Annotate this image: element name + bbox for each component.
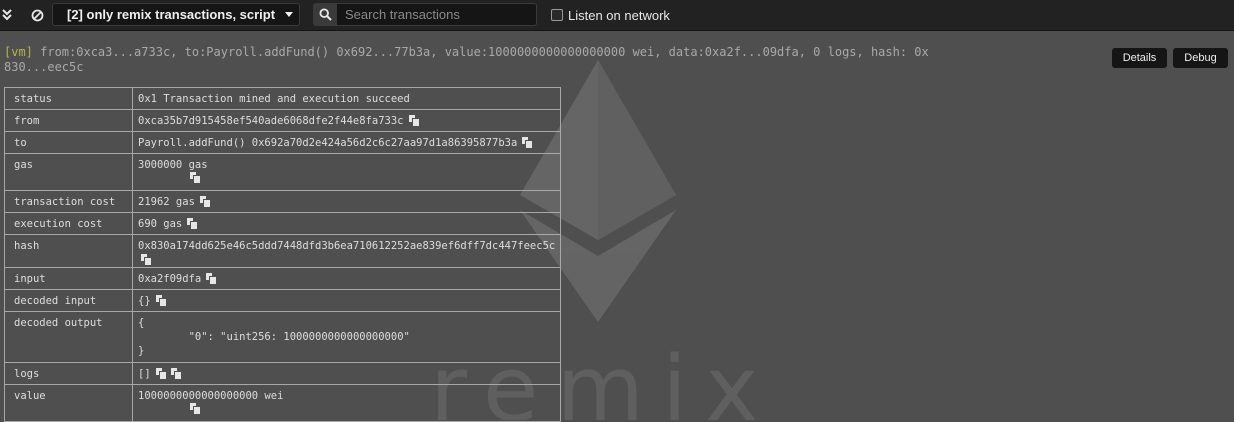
- copy-icon[interactable]: [155, 295, 167, 307]
- table-row: status 0x1 Transaction mined and executi…: [4, 87, 562, 110]
- search-transactions-input[interactable]: [337, 3, 537, 26]
- double-chevron-down-icon[interactable]: [0, 0, 18, 30]
- row-value-transaction-cost: 21962 gas: [131, 190, 562, 213]
- row-value-from: 0xca35b7d915458ef540ade6068dfe2f44e8fa73…: [131, 109, 562, 132]
- table-row: logs []: [4, 362, 562, 385]
- copy-icon[interactable]: [187, 218, 199, 230]
- listen-checkbox[interactable]: [551, 9, 563, 21]
- row-key-execution-cost: execution cost: [4, 212, 133, 235]
- row-value-status: 0x1 Transaction mined and execution succ…: [131, 87, 562, 110]
- row-key-to: to: [4, 131, 133, 154]
- row-value-decoded-input: {}: [131, 289, 562, 312]
- row-key-from: from: [4, 109, 133, 132]
- logs-value: []: [138, 368, 151, 380]
- listen-label: Listen on network: [568, 7, 670, 23]
- value-value: 1000000000000000000 wei: [138, 390, 284, 402]
- copy-icon[interactable]: [206, 273, 218, 285]
- transaction-cost-value: 21962 gas: [138, 196, 195, 208]
- row-value-gas: 3000000 gas: [131, 153, 562, 191]
- table-row: hash 0x830a174dd625e46c5ddd7448dfd3b6ea7…: [4, 234, 562, 268]
- decoded-input-value: {}: [138, 295, 151, 307]
- table-row: execution cost 690 gas: [4, 212, 562, 235]
- search-icon[interactable]: [313, 3, 337, 26]
- table-row: gas 3000000 gas: [4, 153, 562, 191]
- transaction-details-table: status 0x1 Transaction mined and executi…: [4, 87, 562, 422]
- row-key-input: input: [4, 267, 133, 290]
- row-value-to: Payroll.addFund() 0x692a70d2e424a56d2c6c…: [131, 131, 562, 154]
- table-row: from 0xca35b7d915458ef540ade6068dfe2f44e…: [4, 109, 562, 132]
- no-entry-icon[interactable]: [26, 0, 48, 30]
- copy-icon[interactable]: [408, 115, 420, 127]
- from-value: 0xca35b7d915458ef540ade6068dfe2f44e8fa73…: [138, 115, 404, 127]
- to-value: Payroll.addFund() 0x692a70d2e424a56d2c6c…: [138, 137, 518, 149]
- table-row: input 0xa2f09dfa: [4, 267, 562, 290]
- details-button[interactable]: Details: [1112, 48, 1167, 68]
- execution-cost-value: 690 gas: [138, 218, 183, 230]
- caret-down-icon: [285, 12, 294, 17]
- table-row: decoded input {}: [4, 289, 562, 312]
- copy-icon[interactable]: [155, 368, 167, 380]
- row-value-hash: 0x830a174dd625e46c5ddd7448dfd3b6ea710612…: [131, 234, 562, 268]
- row-key-gas: gas: [4, 153, 133, 191]
- row-value-logs: []: [131, 362, 562, 385]
- row-key-status: status: [4, 87, 133, 110]
- copy-icon[interactable]: [141, 254, 152, 266]
- copy-icon[interactable]: [522, 137, 534, 149]
- input-value: 0xa2f09dfa: [138, 273, 202, 285]
- filter-label: [2] only remix transactions, script: [67, 7, 276, 22]
- row-key-decoded-input: decoded input: [4, 289, 133, 312]
- copy-icon[interactable]: [199, 196, 211, 208]
- copy-icon[interactable]: [170, 368, 182, 380]
- table-row: to Payroll.addFund() 0x692a70d2e424a56d2…: [4, 131, 562, 154]
- gas-value: 3000000 gas: [138, 159, 208, 171]
- copy-icon[interactable]: [190, 172, 201, 184]
- row-key-transaction-cost: transaction cost: [4, 190, 133, 213]
- listen-on-network-toggle[interactable]: Listen on network: [551, 0, 670, 30]
- transaction-summary[interactable]: [vm] from:0xca3...a733c, to:Payroll.addF…: [4, 45, 934, 75]
- debug-button[interactable]: Debug: [1173, 48, 1228, 68]
- transaction-filter-dropdown[interactable]: [2] only remix transactions, script: [52, 3, 300, 26]
- table-row: decoded output { "0": "uint256: 10000000…: [4, 311, 562, 363]
- row-value-decoded-output: { "0": "uint256: 1000000000000000000" }: [131, 311, 562, 363]
- summary-text: from:0xca3...a733c, to:Payroll.addFund()…: [4, 45, 929, 74]
- status-value: 0x1 Transaction mined and execution succ…: [138, 93, 410, 105]
- row-value-execution-cost: 690 gas: [131, 212, 562, 235]
- row-key-hash: hash: [4, 234, 133, 268]
- row-value-input: 0xa2f09dfa: [131, 267, 562, 290]
- hash-value: 0x830a174dd625e46c5ddd7448dfd3b6ea710612…: [138, 240, 556, 252]
- vm-tag: [vm]: [4, 45, 33, 59]
- copy-icon[interactable]: [190, 403, 201, 415]
- row-key-decoded-output: decoded output: [4, 311, 133, 363]
- terminal-toolbar: [2] only remix transactions, script List…: [0, 0, 1234, 31]
- decoded-output-value: { "0": "uint256: 1000000000000000000" }: [138, 317, 410, 357]
- row-key-logs: logs: [4, 362, 133, 385]
- table-row: transaction cost 21962 gas: [4, 190, 562, 213]
